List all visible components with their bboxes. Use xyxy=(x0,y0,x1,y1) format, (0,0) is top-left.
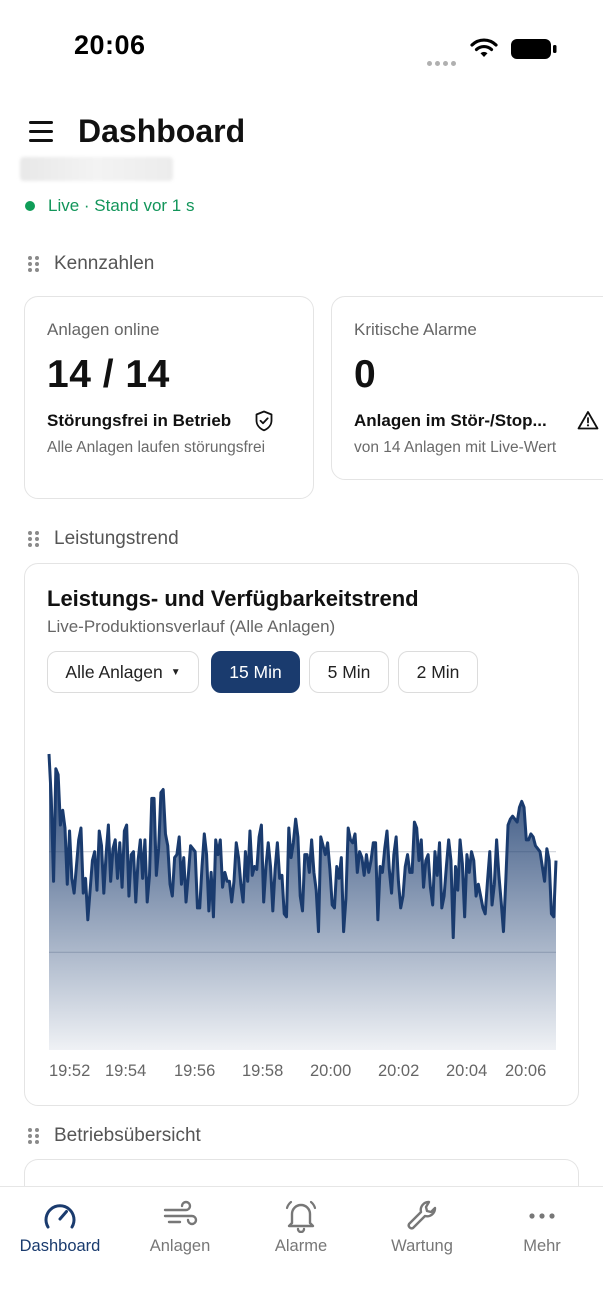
section-title: Betriebsübersicht xyxy=(54,1125,201,1146)
range-button-2-min[interactable]: 2 Min xyxy=(398,651,478,693)
menu-button[interactable] xyxy=(26,117,58,147)
gauge-icon xyxy=(44,1204,76,1229)
live-dot xyxy=(25,201,35,211)
chart-title: Leistungs- und Verfügbarkeitstrend xyxy=(47,586,419,611)
redacted-subtitle xyxy=(20,157,173,181)
battery-icon xyxy=(511,39,557,59)
signal-icon xyxy=(427,53,459,71)
kpi-value: 0 xyxy=(354,353,377,396)
live-status-text: Live · Stand vor 1 s xyxy=(48,196,195,215)
kpi-status: Anlagen im Stör-/Stop... xyxy=(354,411,547,430)
section-title: Kennzahlen xyxy=(54,253,155,274)
status-bar: 20:06 xyxy=(0,0,603,96)
chart-subtitle: Live-Produktionsverlauf (Alle Anlagen) xyxy=(47,617,336,636)
nav-label: Dashboard xyxy=(19,1237,101,1255)
wind-icon xyxy=(163,1200,198,1226)
live-indicator: Live · Stand vor 1 s xyxy=(25,196,194,216)
nav-label: Wartung xyxy=(391,1237,453,1255)
caret-down-icon: ▼ xyxy=(170,666,181,678)
drag-handle-icon[interactable] xyxy=(28,1127,40,1145)
section-title: Leistungstrend xyxy=(54,528,179,549)
warning-triangle-icon xyxy=(577,411,599,430)
nav-label: Alarme xyxy=(274,1237,328,1255)
dropdown-value: Alle Anlagen xyxy=(65,661,163,682)
x-tick-label: 20:04 xyxy=(446,1062,487,1080)
range-button-15-min[interactable]: 15 Min xyxy=(211,651,300,693)
bottom-nav: Dashboard Anlagen Alarme Wartung Mehr xyxy=(0,1186,603,1311)
kpi-label: Kritische Alarme xyxy=(354,320,477,339)
bell-icon xyxy=(285,1200,317,1233)
nav-label: Anlagen xyxy=(149,1237,211,1255)
wifi-icon xyxy=(470,38,498,57)
status-time: 20:06 xyxy=(74,30,146,60)
nav-item-anlagen[interactable]: Anlagen xyxy=(120,1187,240,1287)
kpi-card-critical-alarms[interactable]: Kritische Alarme 0 Anlagen im Stör-/Stop… xyxy=(331,296,603,480)
plant-filter-dropdown[interactable]: Alle Anlagen ▼ xyxy=(47,651,199,693)
x-tick-label: 19:52 xyxy=(49,1062,90,1080)
nav-item-alarme[interactable]: Alarme xyxy=(241,1187,361,1287)
x-tick-label: 20:06 xyxy=(505,1062,546,1080)
x-tick-label: 20:02 xyxy=(378,1062,419,1080)
trend-card: Leistungs- und Verfügbarkeitstrend Live-… xyxy=(24,563,579,1106)
x-tick-label: 19:56 xyxy=(174,1062,215,1080)
nav-item-dashboard[interactable]: Dashboard xyxy=(0,1187,120,1287)
kpi-value: 14 / 14 xyxy=(47,353,170,396)
x-tick-label: 20:00 xyxy=(310,1062,351,1080)
kpi-description: von 14 Anlagen mit Live-Wert xyxy=(354,439,557,456)
kpi-card-online[interactable]: Anlagen online 14 / 14 Störungsfrei in B… xyxy=(24,296,314,499)
x-tick-label: 19:54 xyxy=(105,1062,146,1080)
nav-label: Mehr xyxy=(523,1237,561,1255)
drag-handle-icon[interactable] xyxy=(28,255,40,273)
shield-check-icon xyxy=(255,410,273,432)
more-dots-icon xyxy=(529,1213,555,1219)
trend-chart: 19:52 19:54 19:56 19:58 20:00 20:02 20:04 20:06 xyxy=(47,753,558,1080)
nav-item-wartung[interactable]: Wartung xyxy=(362,1187,482,1287)
kpi-status: Störungsfrei in Betrieb xyxy=(47,411,232,430)
section-header-trend: Leistungstrend xyxy=(28,528,179,550)
app-header: Dashboard xyxy=(0,100,603,164)
x-tick-label: 19:58 xyxy=(242,1062,283,1080)
kpi-label: Anlagen online xyxy=(47,320,160,339)
wrench-icon xyxy=(407,1200,437,1230)
section-header-overview: Betriebsübersicht xyxy=(28,1125,201,1147)
section-header-kpis: Kennzahlen xyxy=(28,253,154,275)
nav-item-mehr[interactable]: Mehr xyxy=(482,1187,602,1287)
drag-handle-icon[interactable] xyxy=(28,530,40,548)
kpi-description: Alle Anlagen laufen störungsfrei xyxy=(47,439,266,456)
range-button-5-min[interactable]: 5 Min xyxy=(309,651,389,693)
page-title: Dashboard xyxy=(78,113,246,149)
